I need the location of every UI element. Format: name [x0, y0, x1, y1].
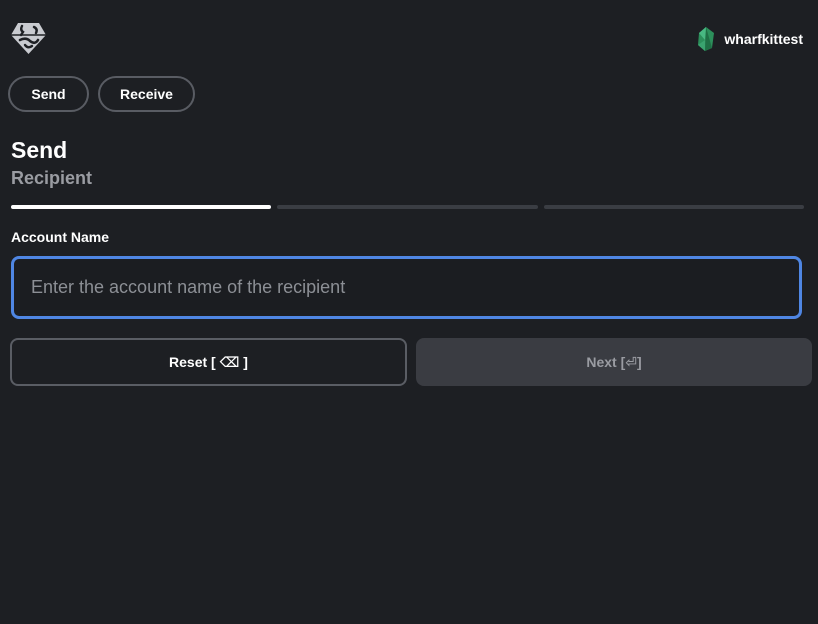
account-name-label: Account Name — [11, 229, 110, 245]
account-name-input[interactable] — [14, 259, 799, 316]
app-page: wharfkittest Send Receive Send Recipient… — [0, 0, 818, 624]
progress-step-3 — [543, 205, 804, 209]
page-title: Send — [11, 137, 68, 163]
account-name: wharfkittest — [724, 31, 803, 47]
wharf-logo-icon[interactable] — [10, 21, 47, 55]
next-button[interactable]: Next [⏎] — [416, 338, 812, 386]
step-title: Recipient — [11, 168, 93, 188]
form-actions: Reset [ ⌫ ] Next [⏎] — [10, 338, 812, 386]
progress-step-2 — [277, 205, 538, 209]
receive-nav-button[interactable]: Receive — [98, 76, 195, 112]
send-nav-button[interactable]: Send — [8, 76, 89, 112]
account-name-field-wrapper — [11, 256, 802, 319]
account-menu[interactable]: wharfkittest — [696, 26, 803, 52]
reset-button[interactable]: Reset [ ⌫ ] — [10, 338, 407, 386]
progress-step-1 — [11, 205, 272, 209]
main-nav: Send Receive — [8, 76, 195, 112]
wax-avatar-icon — [698, 27, 715, 51]
step-progress — [11, 205, 804, 209]
